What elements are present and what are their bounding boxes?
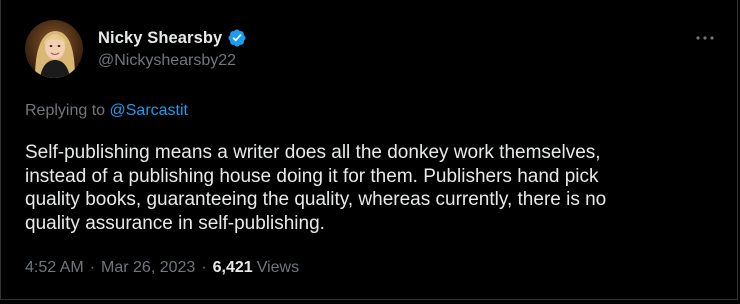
avatar-image [25, 20, 83, 78]
tweet-meta: 4:52 AM · Mar 26, 2023 · 6,421 Views [25, 259, 299, 277]
tweet-card: Nicky Shearsby @Nickyshearsby22 Replying… [0, 0, 738, 300]
views-count[interactable]: 6,421 [213, 259, 253, 277]
tweet-date[interactable]: Mar 26, 2023 [101, 259, 195, 277]
author-handle[interactable]: @Nickyshearsby22 [98, 52, 247, 70]
reply-mention-link[interactable]: @Sarcastit [110, 102, 188, 119]
views-label: Views [256, 259, 300, 276]
reply-prefix: Replying to [25, 102, 106, 119]
author-name-row: Nicky Shearsby [98, 27, 247, 49]
meta-separator: · [89, 259, 96, 276]
more-options-icon[interactable] [693, 28, 717, 48]
author-block: Nicky Shearsby @Nickyshearsby22 [98, 27, 247, 70]
reply-context: Replying to @Sarcastit [25, 102, 188, 120]
tweet-text: Self-publishing means a writer does all … [25, 142, 607, 234]
author-name[interactable]: Nicky Shearsby [98, 29, 222, 48]
meta-separator: · [201, 259, 207, 276]
verified-badge-icon[interactable] [227, 28, 247, 48]
tweet-time[interactable]: 4:52 AM [25, 259, 84, 277]
avatar[interactable] [25, 20, 83, 78]
